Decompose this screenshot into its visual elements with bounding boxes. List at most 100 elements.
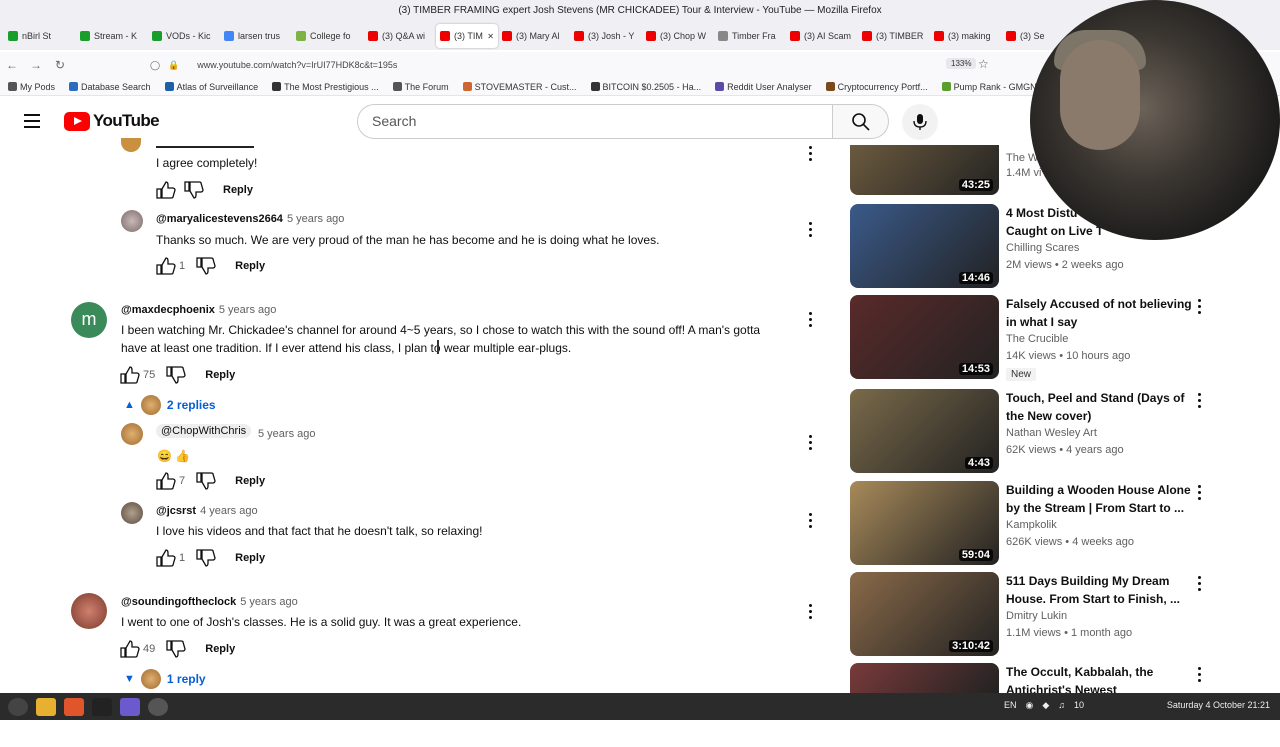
comment-time[interactable]: 5 years ago <box>287 213 344 225</box>
thumbs-down-icon[interactable] <box>195 257 217 275</box>
browser-tab[interactable]: (3) TIMBE ✕ <box>436 24 498 48</box>
recommended-video[interactable]: 59:04 Building a Wooden House Alone by the… <box>850 481 1210 565</box>
bookmark-item[interactable]: Cryptocurrency Portf... <box>825 82 928 92</box>
close-tab-icon[interactable]: ✕ <box>487 32 494 41</box>
replies-toggle[interactable]: ▼ 1 reply <box>124 669 206 689</box>
browser-tab[interactable]: nBirl St <box>4 24 76 48</box>
more-options-icon[interactable] <box>809 312 813 328</box>
thumbs-up-icon[interactable] <box>155 549 177 567</box>
reply-button[interactable]: Reply <box>235 552 265 564</box>
thumbs-up-icon[interactable] <box>119 366 141 384</box>
comment-author[interactable]: @maxdecphoenix 5 years ago <box>121 304 276 316</box>
author-chip[interactable] <box>156 138 254 148</box>
bookmark-star-icon[interactable]: ☆ <box>978 57 989 71</box>
reload-icon[interactable]: ↻ <box>48 58 72 72</box>
thumbs-down-icon[interactable] <box>165 366 187 384</box>
thumbs-down-icon[interactable] <box>195 472 217 490</box>
thumbs-down-icon[interactable] <box>165 640 187 658</box>
reply-button[interactable]: Reply <box>223 184 253 196</box>
reply-button[interactable]: Reply <box>235 475 265 487</box>
back-icon[interactable]: ← <box>0 58 24 72</box>
thumbs-down-icon[interactable] <box>183 181 205 199</box>
avatar[interactable] <box>121 138 141 152</box>
clock[interactable]: Saturday 4 October 21:21 <box>1167 700 1270 710</box>
more-options-icon[interactable] <box>1198 485 1202 501</box>
voice-search-button[interactable] <box>902 104 938 140</box>
shield-icon[interactable]: ◆ <box>1042 700 1049 711</box>
comment-author[interactable]: @maryalicestevens2664 5 years ago <box>156 213 344 225</box>
bookmark-item[interactable]: The Most Prestigious ... <box>272 82 379 92</box>
bookmark-item[interactable]: BITCOIN $0.2505 - Ha... <box>590 82 701 92</box>
avatar[interactable] <box>121 210 143 232</box>
video-channel[interactable]: Nathan Wesley Art <box>1006 427 1097 439</box>
more-options-icon[interactable] <box>1198 667 1202 683</box>
youtube-logo[interactable]: YouTube <box>64 111 160 131</box>
recommended-video[interactable]: 4:43 Touch, Peel and Stand (Days of the Ne… <box>850 389 1210 473</box>
video-thumbnail[interactable] <box>850 663 999 693</box>
video-thumbnail[interactable]: 14:53 <box>850 295 999 379</box>
comment-time[interactable]: 4 years ago <box>200 505 257 517</box>
replies-toggle[interactable]: ▲ 2 replies <box>124 395 216 415</box>
keyboard-layout[interactable]: EN <box>1004 700 1017 711</box>
browser-tab[interactable]: (3) AI Scam <box>786 24 858 48</box>
browser-tab[interactable]: (3) TIMBER <box>858 24 930 48</box>
more-options-icon[interactable] <box>1198 299 1202 315</box>
comment-author[interactable]: @jcsrst 4 years ago <box>156 505 258 517</box>
comment-time[interactable]: 5 years ago <box>240 596 297 608</box>
browser-tab[interactable]: (3) Chop W <box>642 24 714 48</box>
zoom-level[interactable]: 133% <box>946 58 977 69</box>
video-title[interactable]: Falsely Accused of not believing in what … <box>1006 295 1196 331</box>
comment-time[interactable]: 5 years ago <box>219 304 276 316</box>
search-input[interactable]: Search <box>357 104 833 139</box>
video-title[interactable]: 511 Days Building My Dream House. From St… <box>1006 572 1196 608</box>
more-options-icon[interactable] <box>809 222 813 238</box>
browser-tab[interactable]: (3) making <box>930 24 1002 48</box>
bookmark-item[interactable]: Database Search <box>69 82 151 92</box>
reply-button[interactable]: Reply <box>235 260 265 272</box>
forward-icon[interactable]: → <box>24 58 48 72</box>
avatar[interactable] <box>121 502 143 524</box>
bookmark-item[interactable]: Atlas of Surveillance <box>164 82 258 92</box>
chevron-down-icon[interactable]: ▼ <box>124 673 135 685</box>
settings-icon[interactable] <box>148 697 168 716</box>
video-thumbnail[interactable]: 59:04 <box>850 481 999 565</box>
browser-tab[interactable]: Timber Fra <box>714 24 786 48</box>
editor-icon[interactable] <box>120 697 140 716</box>
more-options-icon[interactable] <box>809 604 813 620</box>
search-button[interactable] <box>833 104 889 139</box>
video-title[interactable]: Touch, Peel and Stand (Days of the New co… <box>1006 389 1196 425</box>
folder-icon[interactable] <box>36 697 56 716</box>
browser-tab[interactable]: (3) Q&A wi <box>364 24 436 48</box>
browser-tab[interactable]: larsen trus <box>220 24 292 48</box>
hamburger-menu-icon[interactable] <box>24 114 40 128</box>
thumbs-up-icon[interactable] <box>155 472 177 490</box>
thumbs-up-icon[interactable] <box>119 640 141 658</box>
thumbs-up-icon[interactable] <box>155 257 177 275</box>
firefox-icon[interactable] <box>64 697 84 716</box>
more-options-icon[interactable] <box>809 146 813 162</box>
browser-tab[interactable]: (3) Mary Al <box>498 24 570 48</box>
browser-tab[interactable]: VODs - Kic <box>148 24 220 48</box>
video-channel[interactable]: The Crucible <box>1006 333 1068 345</box>
avatar[interactable] <box>121 423 143 445</box>
thumbs-up-icon[interactable] <box>155 181 177 199</box>
bookmark-item[interactable]: The Forum <box>392 82 449 92</box>
bookmark-item[interactable]: Reddit User Analyser <box>715 82 812 92</box>
url-text[interactable]: www.youtube.com/watch?v=IrUI77HDK8c&t=19… <box>197 60 397 70</box>
video-thumbnail[interactable]: 14:46 <box>850 204 999 288</box>
video-channel[interactable]: Chilling Scares <box>1006 242 1079 254</box>
recommended-video[interactable]: 3:10:42 511 Days Building My Dream House. … <box>850 572 1210 656</box>
replies-count[interactable]: 2 replies <box>167 398 216 412</box>
reply-button[interactable]: Reply <box>205 369 235 381</box>
thumbs-down-icon[interactable] <box>195 549 217 567</box>
bookmark-item[interactable]: STOVEMASTER - Cust... <box>462 82 577 92</box>
bookmark-item[interactable]: My Pods <box>8 82 55 92</box>
more-options-icon[interactable] <box>1198 393 1202 409</box>
replies-count[interactable]: 1 reply <box>167 672 206 686</box>
video-channel[interactable]: Dmitry Lukin <box>1006 610 1067 622</box>
comment-author-chip[interactable]: @ChopWithChris <box>156 424 252 438</box>
avatar[interactable] <box>71 593 107 629</box>
more-options-icon[interactable] <box>1198 576 1202 592</box>
more-options-icon[interactable] <box>809 435 813 451</box>
browser-tab[interactable]: Stream - K <box>76 24 148 48</box>
